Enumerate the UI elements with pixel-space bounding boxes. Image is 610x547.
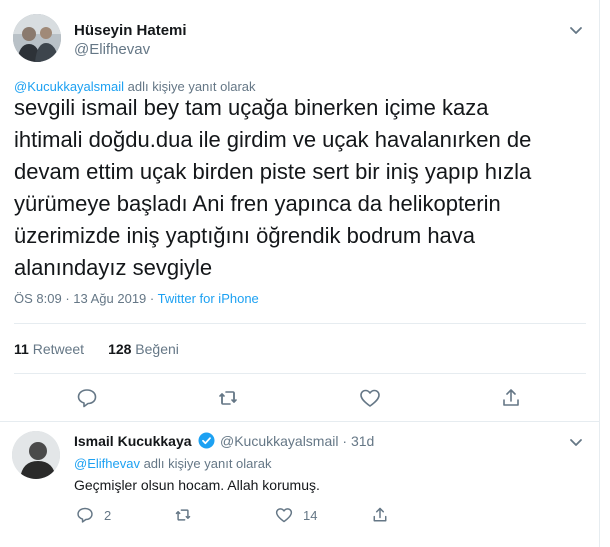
reply-author-avatar[interactable] bbox=[12, 431, 60, 479]
divider bbox=[14, 373, 586, 374]
chevron-down-icon[interactable] bbox=[566, 432, 586, 452]
author-name[interactable]: Hüseyin Hatemi bbox=[74, 22, 187, 39]
reply-handle-line: @Kucukkayalsmail · 31d bbox=[220, 433, 374, 449]
reply-separator: · bbox=[338, 433, 351, 449]
verified-badge-icon bbox=[198, 432, 215, 449]
share-icon bbox=[373, 507, 387, 522]
reply-like-button[interactable]: 14 bbox=[275, 506, 317, 524]
reply-author-name[interactable]: Ismail Kucukkaya bbox=[74, 433, 192, 449]
reply-age[interactable]: 31d bbox=[351, 433, 374, 449]
retweet-icon bbox=[175, 509, 191, 521]
like-stat[interactable]: 128 Beğeni bbox=[108, 341, 179, 357]
retweet-count: 11 bbox=[14, 341, 29, 357]
reply-retweet-button[interactable] bbox=[174, 506, 202, 524]
divider bbox=[0, 421, 600, 422]
reply-icon[interactable] bbox=[76, 387, 98, 409]
author-handle[interactable]: @Elifhevav bbox=[74, 41, 150, 58]
tweet-text: sevgili ismail bey tam uçağa binerken iç… bbox=[14, 95, 532, 280]
reply-text: Geçmişler olsun hocam. Allah korumuş. bbox=[74, 477, 320, 493]
reply-replying-mention[interactable]: @Elifhevav bbox=[74, 456, 140, 471]
tweet-meta: ÖS 8:09 · 13 Ağu 2019 · Twitter for iPho… bbox=[14, 291, 259, 306]
reply-share-button[interactable] bbox=[371, 506, 399, 524]
divider bbox=[14, 323, 586, 324]
like-label: Beğeni bbox=[131, 341, 179, 357]
chevron-down-icon[interactable] bbox=[566, 20, 586, 40]
reply-replying-to: @Elifhevav adlı kişiye yanıt olarak bbox=[74, 456, 271, 471]
tweet-source[interactable]: Twitter for iPhone bbox=[158, 291, 259, 306]
reply-reply-count: 2 bbox=[104, 507, 112, 523]
reply-like-count: 14 bbox=[303, 507, 318, 523]
reply-author-handle[interactable]: @Kucukkayalsmail bbox=[220, 433, 338, 449]
tweet-date[interactable]: 13 Ağu 2019 bbox=[73, 291, 146, 306]
like-icon[interactable] bbox=[359, 387, 381, 409]
meta-separator: · bbox=[61, 291, 74, 306]
author-avatar[interactable] bbox=[13, 14, 61, 62]
tweet-time[interactable]: ÖS 8:09 bbox=[14, 291, 62, 306]
share-icon[interactable] bbox=[500, 387, 522, 409]
reply-icon bbox=[77, 507, 93, 523]
reply-reply-button[interactable]: 2 bbox=[76, 506, 111, 524]
retweet-stat[interactable]: 11 Retweet bbox=[14, 341, 84, 357]
retweet-icon[interactable] bbox=[217, 387, 239, 409]
tweet-page: Hüseyin Hatemi @Elifhevav @Kucukkayalsma… bbox=[0, 0, 600, 547]
tweet-stats: 11 Retweet 128 Beğeni bbox=[14, 341, 179, 357]
reply-replying-suffix: adlı kişiye yanıt olarak bbox=[139, 456, 272, 471]
like-count: 128 bbox=[108, 341, 132, 357]
retweet-label: Retweet bbox=[28, 341, 85, 357]
meta-separator: · bbox=[146, 291, 158, 306]
like-icon bbox=[275, 508, 293, 523]
